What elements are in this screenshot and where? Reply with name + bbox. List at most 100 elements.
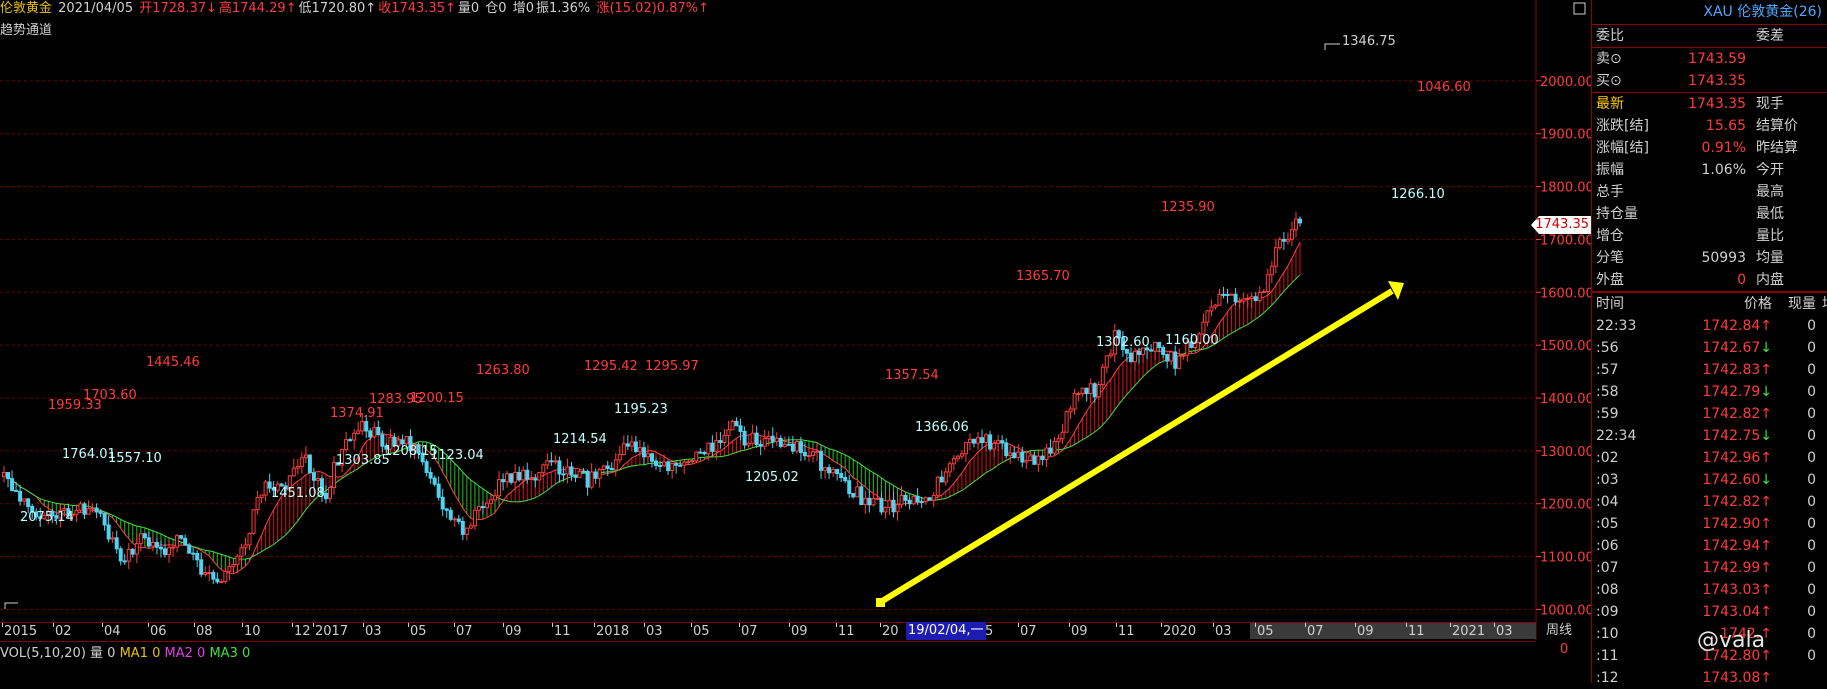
candle-body <box>207 572 212 575</box>
tick-row[interactable]: :02 1742.96↑ 0 <box>1592 447 1827 469</box>
candle-body <box>641 447 646 458</box>
tick-row[interactable]: :56 1742.67↓ 0 <box>1592 337 1827 359</box>
candle-body <box>90 507 95 510</box>
tick-row[interactable]: :03 1742.60↓ 0 <box>1592 469 1827 491</box>
candle-body <box>255 497 260 511</box>
side-title[interactable]: XAU 伦敦黄金(26) <box>1592 0 1827 25</box>
tick-price: 1742.82↑ <box>1702 494 1772 510</box>
candle-body <box>1181 354 1186 357</box>
candle-body <box>1008 452 1013 457</box>
candle-body <box>263 481 268 496</box>
up-arrow-icon: ↑ <box>1760 670 1772 686</box>
candle-body <box>923 497 928 503</box>
candle-body <box>625 443 630 447</box>
tick-row[interactable]: :58 1742.79↓ 0 <box>1592 381 1827 403</box>
candle-body <box>980 437 985 444</box>
time-tick <box>1213 623 1214 627</box>
current-price-tag: 1743.35 <box>1531 216 1591 234</box>
candle-body <box>1044 447 1049 460</box>
candle-body <box>6 471 11 480</box>
time-tick-label: 10 <box>244 624 261 639</box>
candle-body <box>935 476 940 496</box>
quote-value: 1743.59 <box>1688 51 1746 67</box>
price-annotation: 1123.04 <box>430 448 484 463</box>
quote-key: 外盘 <box>1596 272 1624 288</box>
candle-body <box>762 438 767 447</box>
tick-row[interactable]: :05 1742.90↑ 0 <box>1592 513 1827 535</box>
volume-indicator-bar[interactable]: VOL(5,10,20) 量 0 MA1 0 MA2 0 MA3 0 <box>0 642 250 661</box>
candle-body <box>726 429 731 436</box>
tick-row[interactable]: :06 1742.94↑ 0 <box>1592 535 1827 557</box>
candle-body <box>1233 293 1238 303</box>
vol-ma1: MA1 0 <box>119 646 161 661</box>
tick-row[interactable]: :12 1743.08↑ <box>1592 667 1827 689</box>
tick-time: :03 <box>1596 472 1619 488</box>
time-tick-label: 09 <box>505 624 522 639</box>
tick-row[interactable]: :08 1743.03↑ 0 <box>1592 579 1827 601</box>
candle-body <box>782 443 787 447</box>
candle-body <box>525 469 530 480</box>
up-arrow-icon: ↑ <box>1760 604 1772 620</box>
candle-body <box>1293 218 1298 231</box>
candle-body <box>404 436 409 445</box>
candle-body <box>706 442 711 455</box>
quote-key: 最新 <box>1596 96 1624 112</box>
candle-body <box>436 483 441 498</box>
tick-price: 1742.75↓ <box>1702 428 1772 444</box>
time-tick <box>242 623 243 627</box>
period-weekly-button[interactable]: 周线 <box>1546 622 1572 640</box>
candle-body <box>963 442 968 455</box>
candle-body <box>758 443 763 447</box>
indicator-label[interactable]: 趋势通道 <box>0 19 52 38</box>
candle-body <box>686 461 691 464</box>
quote-row: 持仓量 最低 <box>1592 203 1827 225</box>
candle-body <box>315 478 320 481</box>
candle-body <box>533 478 538 481</box>
tick-price: 1742.60↓ <box>1702 472 1772 488</box>
tick-time: :58 <box>1596 384 1619 400</box>
candle-body <box>988 434 993 450</box>
tick-row[interactable]: 22:33 1742.84↑ 0 <box>1592 315 1827 337</box>
time-tick-label: 11 <box>838 624 855 639</box>
candle-body <box>1060 431 1065 440</box>
time-tick-label: 04 <box>104 624 121 639</box>
candle-body <box>798 441 803 453</box>
time-tick <box>194 623 195 627</box>
tick-row[interactable]: :09 1743.04↑ 0 <box>1592 601 1827 623</box>
candle-body <box>645 453 650 458</box>
candle-body <box>895 504 900 513</box>
candle-body <box>368 430 373 438</box>
candlestick-chart[interactable]: 2000.00 1900.00 1800.00 1700.00 1600.00 1500.… <box>0 0 1591 683</box>
tick-row[interactable]: 22:34 1742.75↓ 0 <box>1592 425 1827 447</box>
candle-body <box>1000 440 1005 444</box>
candle-body <box>1298 218 1302 224</box>
quote-value: 15.65 <box>1705 118 1746 134</box>
candle-body <box>14 489 19 492</box>
tick-row[interactable]: :57 1742.83↑ 0 <box>1592 359 1827 381</box>
candle-body <box>134 543 139 555</box>
candle-body <box>150 542 155 547</box>
tick-row[interactable]: :59 1742.82↑ 0 <box>1592 403 1827 425</box>
quote-key2: 最高 <box>1756 184 1784 200</box>
candle-body <box>738 425 743 432</box>
quote-key: 委比 <box>1596 28 1624 44</box>
candle-body <box>658 464 663 467</box>
tick-row[interactable]: :07 1742.99↑ 0 <box>1592 557 1827 579</box>
time-axis[interactable]: 2015 02 04 06 08 10 12 2017 03 05 07 09 11 2018 03 05 07… <box>0 622 1536 642</box>
candle-body <box>1036 455 1041 465</box>
candle-body <box>915 495 920 503</box>
candle-body <box>855 486 860 498</box>
candle-body <box>175 535 180 548</box>
candle-body <box>569 466 574 476</box>
candle-body <box>364 421 369 432</box>
price-annotation: 1195.23 <box>614 402 668 417</box>
candle-body <box>154 542 159 548</box>
tick-row[interactable]: :04 1742.82↑ 0 <box>1592 491 1827 513</box>
candle-body <box>10 478 15 491</box>
time-tick <box>1406 623 1407 627</box>
tick-time: :06 <box>1596 538 1619 554</box>
quote-value: 1743.35 <box>1688 96 1746 112</box>
candle-body <box>303 454 308 459</box>
candle-body <box>1253 296 1258 301</box>
candle-body <box>831 469 836 474</box>
